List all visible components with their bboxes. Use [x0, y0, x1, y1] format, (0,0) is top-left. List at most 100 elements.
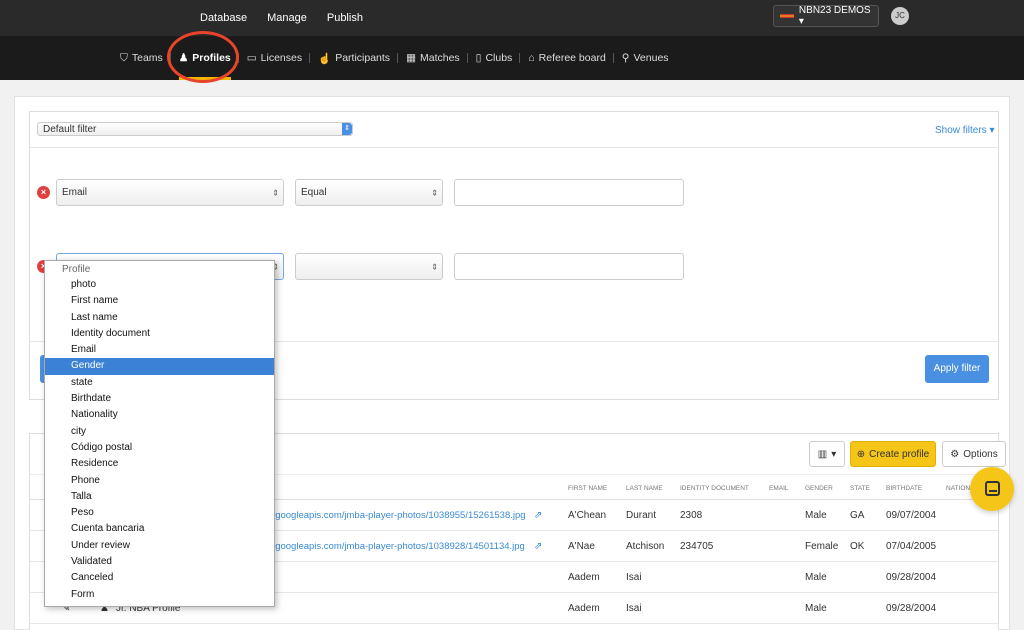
dropdown-option[interactable]: Cuenta bancaria	[45, 521, 274, 537]
tab-teams[interactable]: ⛉ Teams	[112, 36, 171, 80]
tab-label: Referee board	[538, 52, 606, 64]
dropdown-option[interactable]: Identity document	[45, 326, 274, 342]
tab-label: Participants	[335, 52, 391, 64]
dropdown-option[interactable]: Peso	[45, 505, 274, 521]
chat-widget-button[interactable]	[970, 467, 1014, 511]
select-arrows-icon: ⇕	[431, 188, 438, 197]
dropdown-option[interactable]: Last name	[45, 310, 274, 326]
dropdown-option[interactable]: Under review	[45, 538, 274, 554]
tab-participants[interactable]: ☝ Participants	[310, 36, 399, 80]
dropdown-option[interactable]: Residence	[45, 456, 274, 472]
create-profile-button[interactable]: ⊕ Create profile	[850, 441, 936, 467]
cell-first-name: Aadem	[568, 572, 600, 583]
tab-licenses[interactable]: ▭ Licenses	[239, 36, 311, 80]
org-switcher-label: NBN23 DEMOS ▾	[798, 5, 871, 27]
cell-last-name: Durant	[626, 510, 657, 521]
tab-label: Licenses	[260, 52, 303, 64]
filter-operator-value: Equal	[301, 187, 327, 198]
cell-last-name: Isai	[626, 603, 642, 614]
nav-database[interactable]: Database	[200, 12, 247, 24]
external-link-icon[interactable]: ⇗	[534, 510, 542, 521]
cell-gender: Female	[805, 541, 839, 552]
col-first-name[interactable]: FIRST NAME	[568, 485, 607, 492]
filter-header: Default filter ⇕ Show filters ▾	[30, 112, 998, 148]
tab-clubs[interactable]: ▯ Clubs	[468, 36, 521, 80]
photo-link[interactable]: ge.googleapis.com/jmba-player-photos/103…	[262, 510, 526, 521]
dropdown-option[interactable]: Código postal	[45, 440, 274, 456]
col-email[interactable]: EMAIL	[769, 485, 789, 492]
pin-icon: ⚲	[621, 52, 630, 64]
nav-publish[interactable]: Publish	[327, 12, 363, 24]
cell-gender: Male	[805, 572, 827, 583]
apply-filter-button[interactable]: Apply filter	[925, 355, 989, 383]
filter-operator-select[interactable]: ⇕	[295, 253, 443, 280]
dropdown-option[interactable]: Talla	[45, 489, 274, 505]
tab-label: Venues	[633, 52, 669, 64]
tab-referee-board[interactable]: ⌂ Referee board	[520, 36, 614, 80]
columns-label: ▾	[831, 448, 837, 460]
filter-value-input[interactable]	[454, 179, 684, 206]
card-icon: ▭	[246, 52, 257, 64]
dropdown-option[interactable]: First name	[45, 293, 274, 309]
cell-last-name: Isai	[626, 572, 642, 583]
cell-last-name: Atchison	[626, 541, 665, 552]
plus-circle-icon: ⊕	[856, 448, 866, 460]
highlight-circle	[167, 31, 239, 83]
col-nationality[interactable]: NATION	[946, 485, 970, 492]
col-birthdate[interactable]: BIRTHDATE	[886, 485, 922, 492]
default-filter-value: Default filter	[43, 123, 97, 135]
select-arrows-icon: ⇕	[272, 188, 279, 197]
default-filter-select[interactable]: Default filter ⇕	[37, 122, 353, 136]
col-gender[interactable]: GENDER	[805, 485, 833, 492]
cell-birthdate: 09/28/2004	[886, 603, 937, 614]
options-button[interactable]: ⚙ Options	[942, 441, 1006, 467]
dropdown-option[interactable]: Canceled	[45, 570, 274, 586]
shield-icon: ⛉	[120, 51, 128, 64]
col-state[interactable]: STATE	[850, 485, 870, 492]
cell-state: OK	[850, 541, 865, 552]
create-profile-label: Create profile	[869, 448, 930, 460]
options-label: Options	[963, 448, 998, 460]
dropdown-option[interactable]: Email	[45, 342, 274, 358]
columns-button[interactable]: ▥ ▾	[809, 441, 845, 467]
bank-icon: ⌂	[528, 52, 535, 64]
select-arrows-icon: ⇕	[342, 123, 352, 135]
filter-field-select[interactable]: Email ⇕	[56, 179, 284, 206]
show-filters-link[interactable]: Show filters ▾	[935, 125, 994, 136]
filter-value-input[interactable]	[454, 253, 684, 280]
cell-gender: Male	[805, 510, 827, 521]
dropdown-option[interactable]: Birthdate	[45, 391, 274, 407]
chat-icon	[985, 481, 1000, 496]
tab-label: Matches	[419, 52, 460, 64]
col-last-name[interactable]: LAST NAME	[626, 485, 663, 492]
dropdown-option[interactable]: photo	[45, 277, 274, 293]
photo-link[interactable]: ge.googleapis.com/jmba-player-photos/103…	[262, 541, 525, 552]
sub-nav: ⛉ Teams ♟ Profiles ▭ Licenses ☝ Participants…	[0, 36, 1024, 80]
dropdown-option[interactable]: Validated	[45, 554, 274, 570]
col-identity-document[interactable]: IDENTITY DOCUMENT	[680, 485, 749, 492]
calendar-icon: ▦	[406, 52, 416, 64]
dropdown-option[interactable]: Nationality	[45, 407, 274, 423]
dropdown-option-selected[interactable]: Gender	[45, 358, 274, 375]
field-dropdown[interactable]: Profile photo First name Last name Ident…	[44, 260, 275, 607]
cell-state: GA	[850, 510, 865, 521]
tab-matches[interactable]: ▦ Matches	[398, 36, 468, 80]
dropdown-option[interactable]: Form	[45, 587, 274, 603]
tab-venues[interactable]: ⚲ Venues	[614, 36, 677, 80]
nav-manage[interactable]: Manage	[267, 12, 307, 24]
cell-birthdate: 07/04/2005	[886, 541, 937, 552]
dropdown-option[interactable]: Phone	[45, 473, 274, 489]
cell-identity-document: 234705	[680, 541, 714, 552]
external-link-icon[interactable]: ⇗	[534, 541, 542, 552]
tab-label: Clubs	[485, 52, 513, 64]
cell-first-name: Aadem	[568, 603, 600, 614]
top-bar: Database Manage Publish NBN23 DEMOS ▾ JC	[0, 0, 1024, 36]
filter-operator-select[interactable]: Equal ⇕	[295, 179, 443, 206]
remove-filter-icon[interactable]: ×	[37, 186, 50, 199]
dropdown-option[interactable]: state	[45, 375, 274, 391]
cell-identity-document: 2308	[680, 510, 703, 521]
flag-icon	[780, 14, 794, 18]
avatar[interactable]: JC	[891, 7, 909, 25]
dropdown-option[interactable]: city	[45, 424, 274, 440]
org-switcher[interactable]: NBN23 DEMOS ▾	[773, 5, 879, 27]
